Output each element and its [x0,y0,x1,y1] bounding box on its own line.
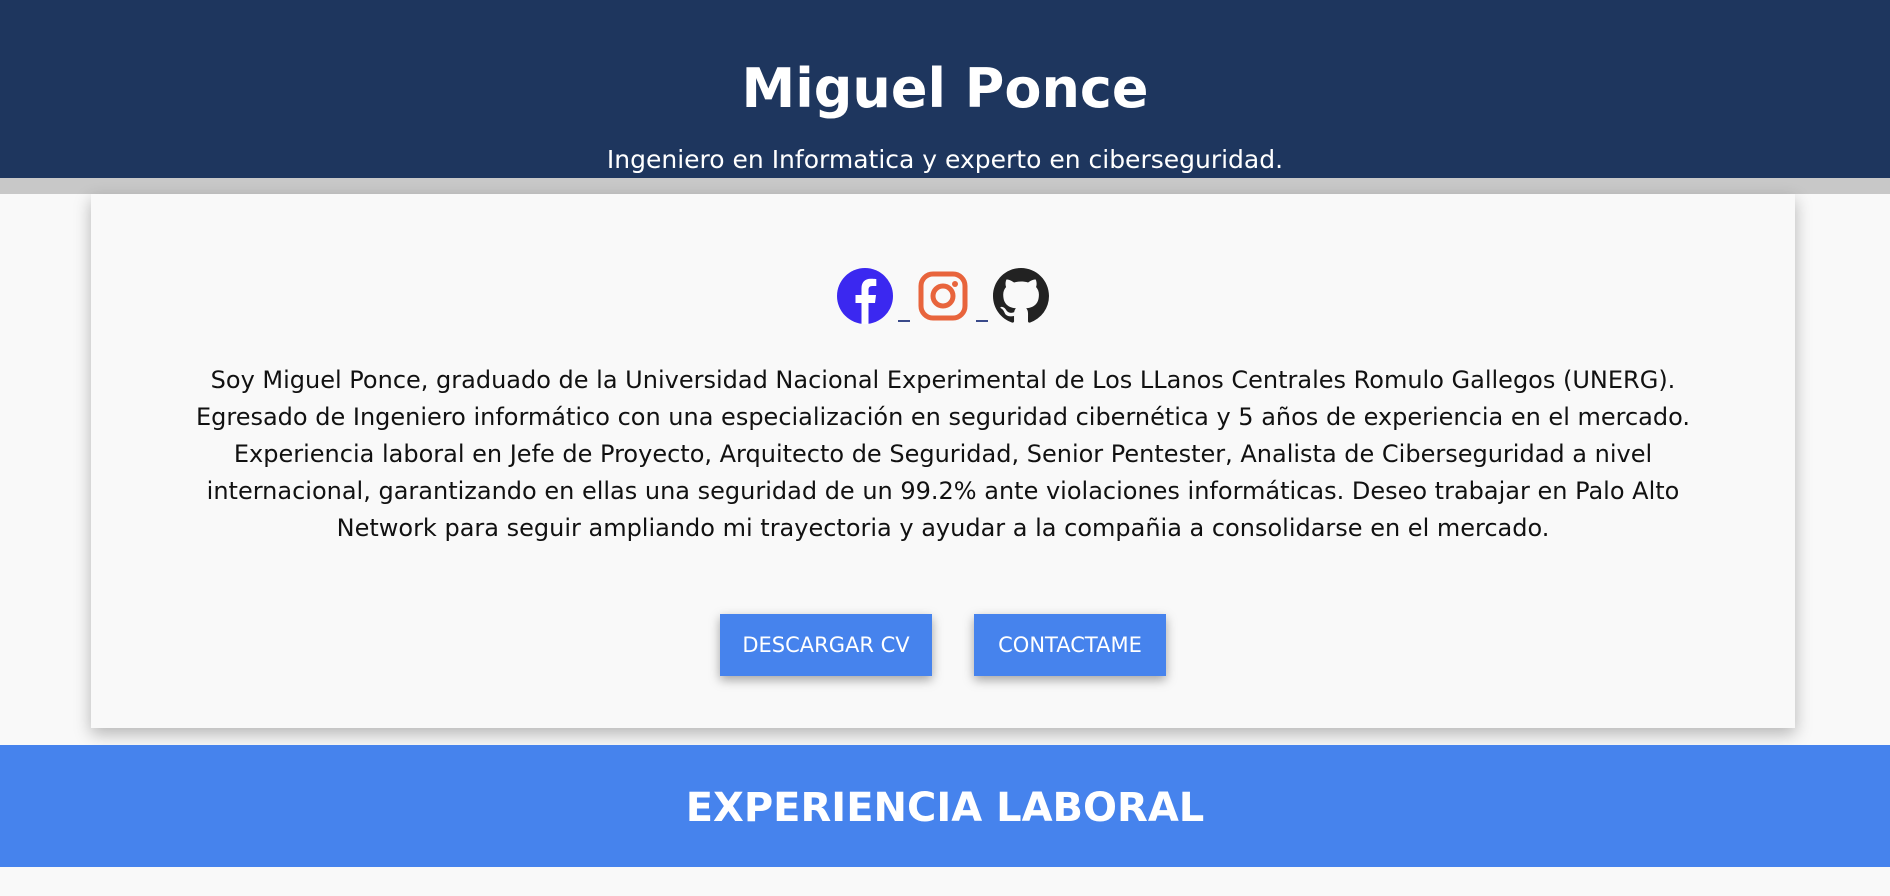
link-separator [976,320,988,322]
profile-card: Soy Miguel Ponce, graduado de la Univers… [91,194,1795,728]
page-subtitle: Ingeniero en Informatica y experto en ci… [606,145,1284,174]
page-title: Miguel Ponce [741,57,1149,120]
header-divider [0,178,1890,194]
facebook-icon [837,268,893,324]
page-header: Miguel Ponce Ingeniero en Informatica y … [0,0,1890,178]
instagram-icon [918,271,968,321]
action-buttons: DESCARGAR CV CONTACTAME [91,614,1795,676]
github-link[interactable] [993,268,1049,324]
github-icon [993,268,1049,323]
experience-section-header: EXPERIENCIA LABORAL [0,745,1890,867]
contact-button[interactable]: CONTACTAME [974,614,1166,676]
download-cv-button[interactable]: DESCARGAR CV [720,614,932,676]
bio-text: Soy Miguel Ponce, graduado de la Univers… [195,366,1691,542]
section-title: EXPERIENCIA LABORAL [685,785,1205,831]
social-links [91,264,1795,324]
instagram-link[interactable] [915,268,971,324]
facebook-link[interactable] [837,268,893,324]
link-separator [898,320,910,322]
